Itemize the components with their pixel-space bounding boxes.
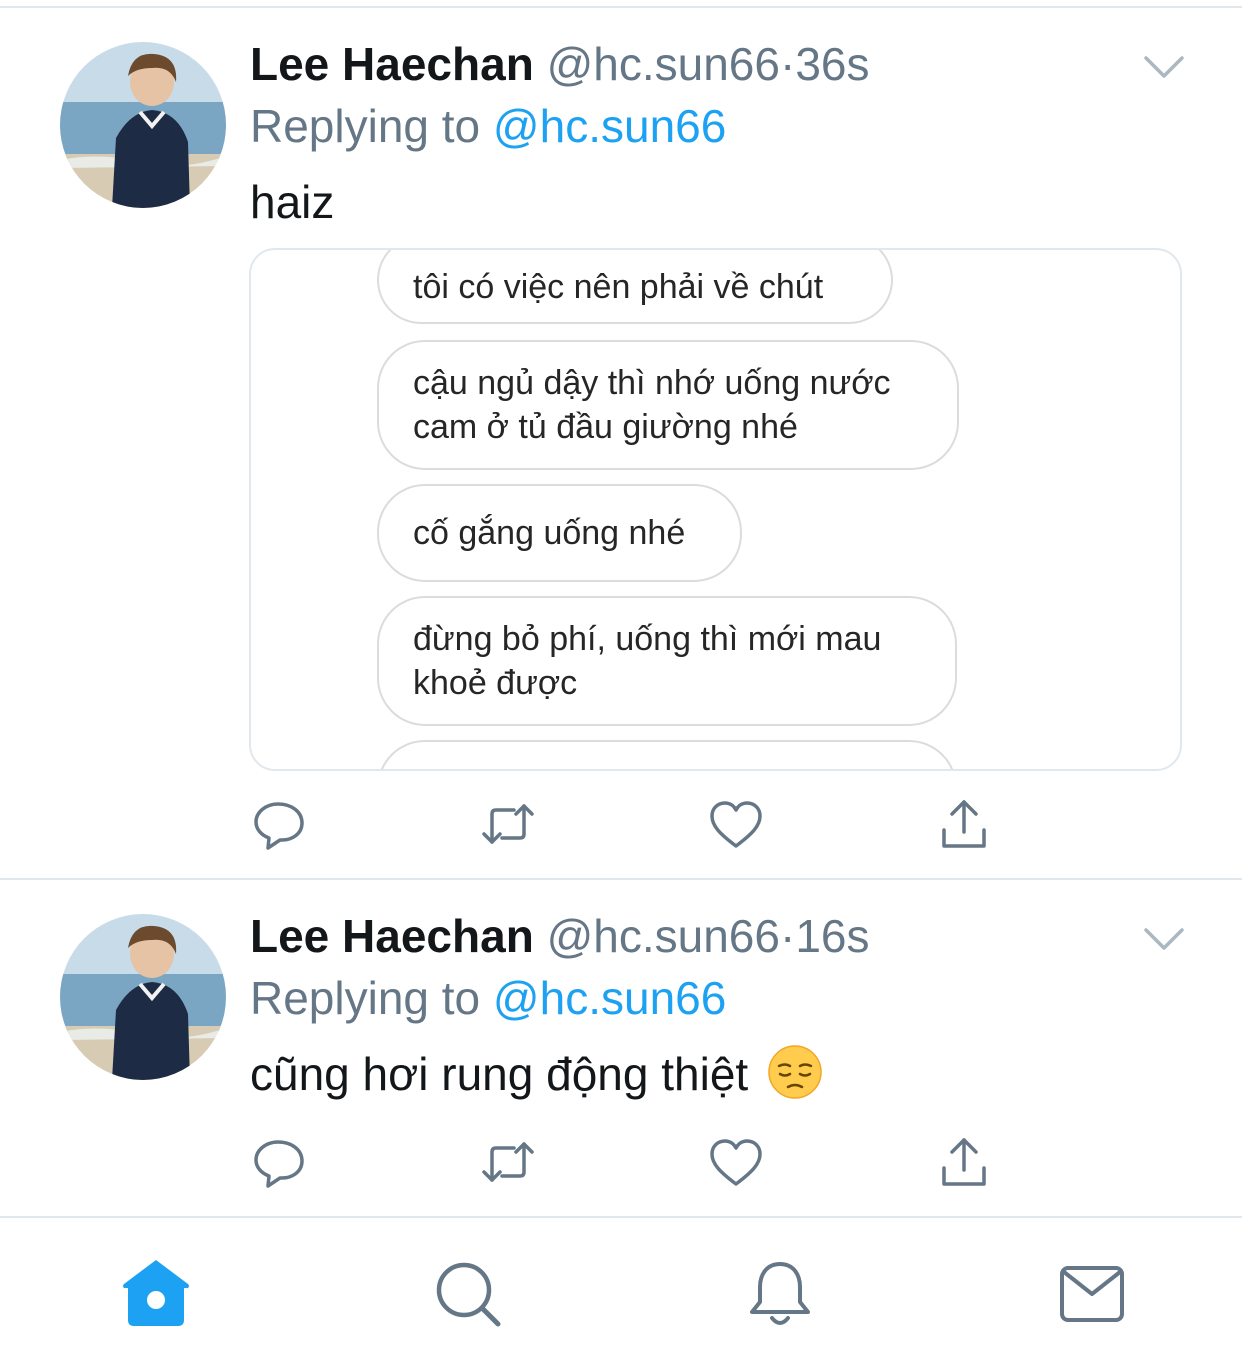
tweet[interactable]: Lee Haechan @hc.sun66·36s Replying to @h… — [0, 8, 1242, 878]
replying-to-handle[interactable]: @hc.sun66 — [493, 100, 726, 152]
message-text: cố gắng uống nhé — [413, 514, 686, 552]
message-bubble: đừng bỏ phí, uống thì mới mau khoẻ được — [377, 596, 957, 726]
author-name[interactable]: Lee Haechan — [250, 910, 534, 962]
retweet-button[interactable] — [478, 1132, 538, 1192]
avatar[interactable] — [60, 914, 226, 1080]
share-button[interactable] — [934, 1132, 994, 1192]
reply-button[interactable] — [250, 794, 310, 854]
bell-icon — [750, 1262, 810, 1325]
share-icon — [942, 800, 986, 848]
like-button[interactable] — [706, 1132, 766, 1192]
tweet-header: Lee Haechan @hc.sun66·16s — [250, 906, 869, 966]
bottom-tab-bar — [0, 1218, 1242, 1364]
message-text: cậu ngủ dậy thì nhớ uống nước cam ở tủ đ… — [413, 364, 891, 446]
share-button[interactable] — [934, 794, 994, 854]
author-name[interactable]: Lee Haechan — [250, 38, 534, 90]
tab-home[interactable] — [116, 1254, 196, 1334]
message-bubble: tôi có việc nên phải về chút — [377, 250, 893, 324]
replying-to-label: Replying to — [250, 100, 481, 152]
chevron-down-icon[interactable] — [1142, 52, 1186, 82]
heart-icon — [710, 1139, 762, 1186]
tweet-text-line: cũng hơi rung động thiệt — [250, 1044, 823, 1104]
home-icon — [123, 1260, 189, 1326]
tab-search[interactable] — [428, 1254, 508, 1334]
media-image[interactable]: tôi có việc nên phải về chút cậu ngủ dậy… — [249, 248, 1182, 771]
chevron-down-icon[interactable] — [1142, 924, 1186, 954]
tweet-time[interactable]: 16s — [795, 910, 869, 962]
tweet-header: Lee Haechan @hc.sun66·36s — [250, 34, 869, 94]
tweet-text: haiz — [250, 176, 335, 228]
separator-dot: · — [779, 38, 796, 90]
tweet-actions — [250, 1132, 1010, 1192]
author-handle[interactable]: @hc.sun66 — [547, 38, 780, 90]
mail-icon — [1060, 1266, 1124, 1322]
avatar[interactable] — [60, 42, 226, 208]
retweet-icon — [482, 1142, 534, 1182]
message-bubble-cropped — [377, 740, 957, 769]
retweet-button[interactable] — [478, 794, 538, 854]
message-text: tôi có việc nên phải về chút — [413, 268, 824, 306]
tweet-text: cũng hơi rung động thiệt — [250, 1048, 749, 1100]
reply-button[interactable] — [250, 1132, 310, 1192]
pensive-face-emoji-icon — [768, 1045, 822, 1099]
replying-to-label: Replying to — [250, 972, 481, 1024]
message-bubble: cố gắng uống nhé — [377, 484, 742, 582]
retweet-icon — [482, 804, 534, 844]
replying-to-line: Replying to @hc.sun66 — [250, 968, 726, 1028]
tab-messages[interactable] — [1052, 1254, 1132, 1334]
tweet-actions — [250, 794, 1010, 854]
separator-dot: · — [779, 910, 796, 962]
like-button[interactable] — [706, 794, 766, 854]
tab-notifications[interactable] — [740, 1254, 820, 1334]
replying-to-line: Replying to @hc.sun66 — [250, 96, 726, 156]
reply-icon — [254, 802, 304, 850]
tweet[interactable]: Lee Haechan @hc.sun66·16s Replying to @h… — [0, 880, 1242, 1216]
heart-icon — [710, 801, 762, 848]
author-handle[interactable]: @hc.sun66 — [547, 910, 780, 962]
message-bubble: cậu ngủ dậy thì nhớ uống nước cam ở tủ đ… — [377, 340, 959, 470]
timeline-page: Lee Haechan @hc.sun66·36s Replying to @h… — [0, 0, 1242, 1364]
search-icon — [436, 1262, 501, 1327]
reply-icon — [254, 1140, 304, 1188]
tweet-time[interactable]: 36s — [795, 38, 869, 90]
replying-to-handle[interactable]: @hc.sun66 — [493, 972, 726, 1024]
share-icon — [942, 1138, 986, 1186]
message-text: đừng bỏ phí, uống thì mới mau khoẻ được — [413, 620, 882, 702]
